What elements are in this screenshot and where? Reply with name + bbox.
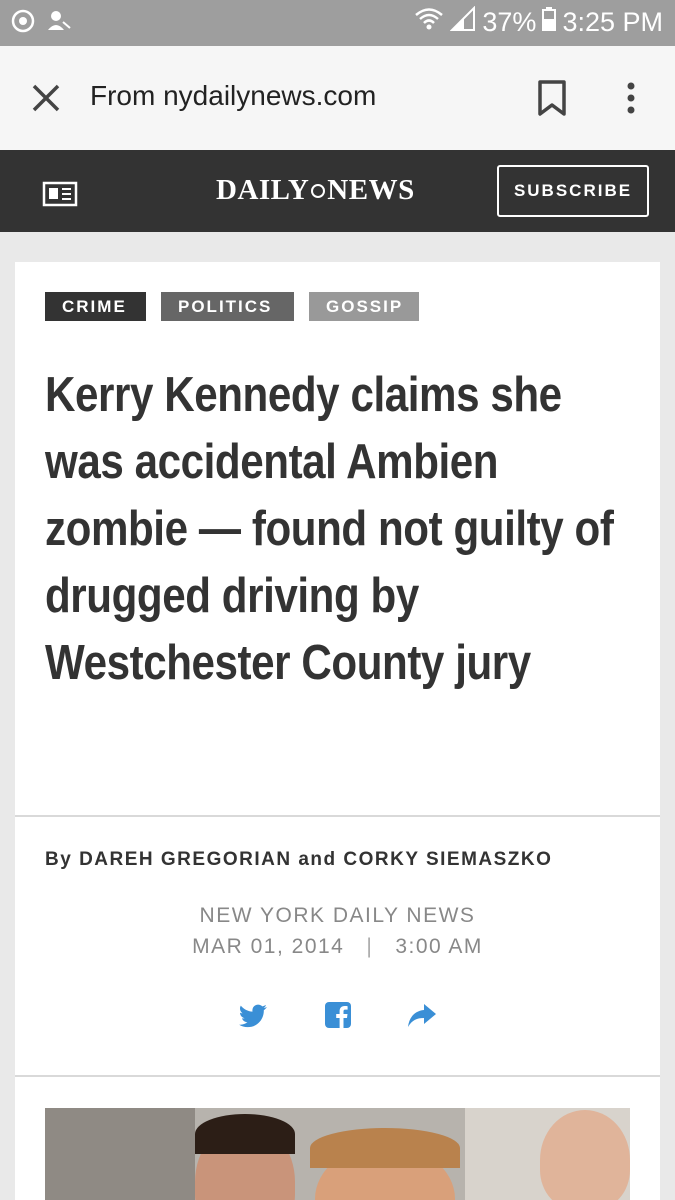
logo-word-daily: DAILY [216, 173, 310, 206]
article-source: NEW YORK DAILY NEWS [199, 904, 476, 927]
dateline-separator: | [366, 935, 374, 958]
article-dateline: MAR 01, 2014 | 3:00 AM [15, 935, 660, 959]
share-icon[interactable] [407, 1000, 437, 1030]
facebook-icon[interactable] [323, 1000, 353, 1030]
photo-person-hair [195, 1114, 295, 1154]
signal-icon [449, 5, 476, 39]
tag-politics[interactable]: POLITICS [161, 292, 294, 321]
tag-gossip[interactable]: GOSSIP [309, 292, 419, 321]
battery-percent: 37% [482, 7, 537, 37]
site-header: DAILY NEWS SUBSCRIBE [0, 150, 675, 232]
subscribe-button[interactable]: SUBSCRIBE [497, 165, 649, 217]
custom-tab-toolbar: From nydailynews.com [0, 46, 675, 150]
divider [15, 1075, 660, 1077]
share-bar [15, 1000, 660, 1030]
logo-globe-icon [311, 184, 326, 198]
tag-list: CRIME POLITICS GOSSIP [45, 292, 419, 321]
more-vert-icon[interactable] [616, 76, 646, 120]
logo-word-news: NEWS [327, 173, 415, 206]
divider [15, 815, 660, 817]
status-bar: 37% 3:25 PM [0, 0, 675, 46]
article-date: MAR 01, 2014 [192, 935, 345, 958]
article-photo[interactable] [45, 1108, 630, 1200]
person-icon [46, 8, 72, 39]
toolbar-title: From nydailynews.com [90, 80, 377, 111]
wifi-icon [414, 7, 444, 38]
bookmark-icon[interactable] [534, 76, 570, 120]
clock: 3:25 PM [562, 7, 663, 37]
article-byline: By DAREH GREGORIAN and CORKY SIEMASZKO [45, 849, 553, 870]
photo-background [45, 1108, 195, 1200]
twitter-icon[interactable] [238, 1000, 269, 1030]
article-card: CRIME POLITICS GOSSIP Kerry Kennedy clai… [15, 262, 660, 1200]
photo-person-hair [310, 1128, 460, 1168]
article-time: 3:00 AM [395, 935, 483, 958]
article-headline: Kerry Kennedy claims she was accidental … [45, 368, 614, 690]
tag-crime[interactable]: CRIME [45, 292, 146, 321]
photo-person [540, 1110, 630, 1200]
battery-icon [542, 7, 557, 38]
sections-menu-icon[interactable] [42, 181, 78, 207]
close-icon[interactable] [26, 78, 66, 118]
sync-icon [10, 8, 36, 39]
daily-news-logo[interactable]: DAILY NEWS [216, 172, 462, 208]
